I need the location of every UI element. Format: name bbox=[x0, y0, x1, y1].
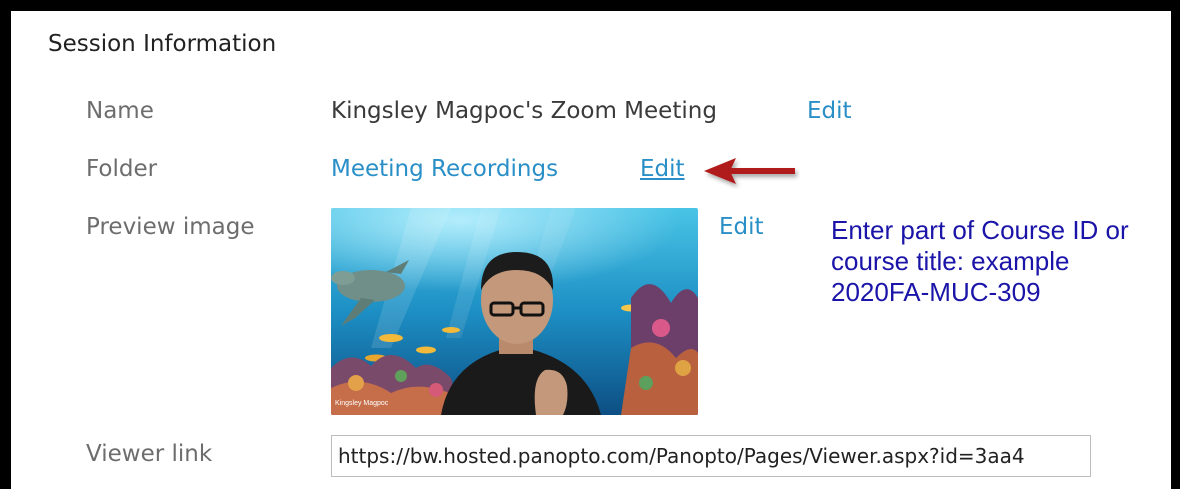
session-name-value: Kingsley Magpoc's Zoom Meeting bbox=[331, 98, 717, 124]
viewer-link-label: Viewer link bbox=[86, 441, 213, 467]
thumbnail-caption: Kingsley Magpoc bbox=[335, 400, 389, 407]
edit-folder-link[interactable]: Edit bbox=[640, 156, 685, 182]
screenshot-frame-top bbox=[0, 0, 1180, 11]
folder-label: Folder bbox=[86, 156, 158, 182]
annotation-arrow-icon bbox=[700, 155, 800, 193]
name-label: Name bbox=[86, 98, 154, 124]
viewer-link-input[interactable] bbox=[331, 435, 1091, 477]
screenshot-frame-left bbox=[0, 0, 11, 489]
edit-preview-image-link[interactable]: Edit bbox=[719, 214, 764, 240]
screenshot-frame-right bbox=[1171, 0, 1180, 489]
preview-thumbnail[interactable]: Kingsley Magpoc bbox=[331, 208, 698, 415]
folder-link[interactable]: Meeting Recordings bbox=[331, 156, 558, 182]
edit-name-link[interactable]: Edit bbox=[807, 98, 852, 124]
course-id-annotation: Enter part of Course ID or course title:… bbox=[831, 215, 1129, 307]
preview-image-label: Preview image bbox=[86, 214, 255, 240]
section-title: Session Information bbox=[48, 31, 277, 57]
